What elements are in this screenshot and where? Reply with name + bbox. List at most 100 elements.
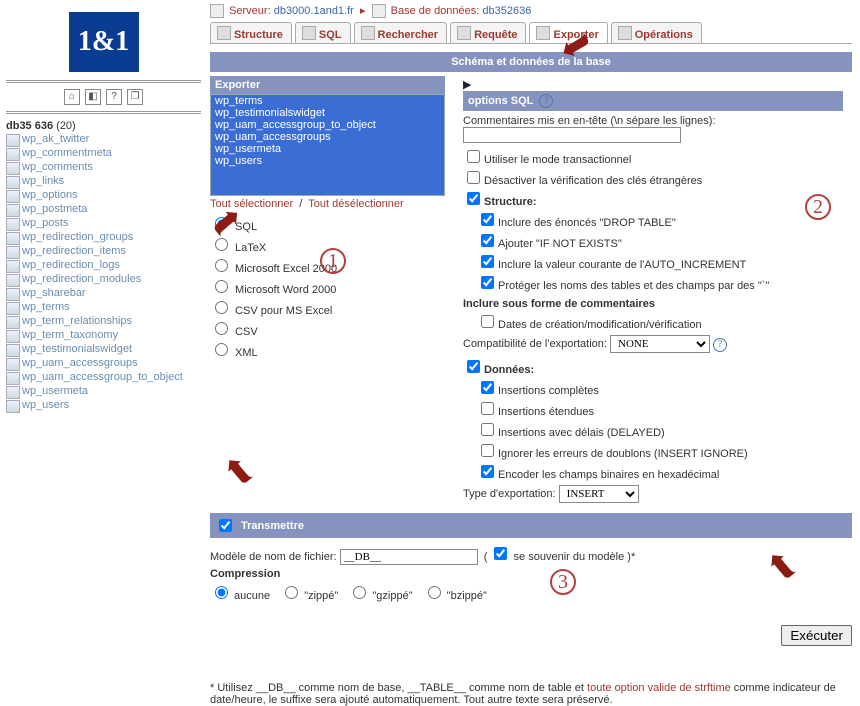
sidebar-table[interactable]: wp_terms [6, 300, 201, 314]
sidebar-table[interactable]: wp_sharebar [6, 286, 201, 300]
chk-ins-extended[interactable] [481, 402, 494, 415]
docs-icon[interactable]: ❐ [127, 89, 143, 105]
select-links: Tout sélectionner / Tout désélectionner [210, 198, 445, 210]
footnote: * Utilisez __DB__ comme nom de base, __T… [210, 646, 852, 706]
tab-sql[interactable]: SQL [295, 22, 351, 44]
table-list: wp_ak_twitterwp_commentmetawp_commentswp… [6, 132, 201, 412]
db-icon [372, 4, 386, 18]
transmit-section: Transmettre Modèle de nom de fichier: ( … [210, 513, 852, 602]
sidebar-table[interactable]: wp_links [6, 174, 201, 188]
sidebar-table[interactable]: wp_redirection_groups [6, 230, 201, 244]
sidebar-table[interactable]: wp_ak_twitter [6, 132, 201, 146]
chk-transmit[interactable] [219, 519, 232, 532]
compress-radio[interactable] [215, 586, 228, 599]
sidebar-table[interactable]: wp_uam_accessgroups [6, 356, 201, 370]
chk-hex-blob[interactable] [481, 465, 494, 478]
sidebar-table[interactable]: wp_usermeta [6, 384, 201, 398]
table-option[interactable]: wp_terms [211, 95, 444, 107]
export-header: Exporter [210, 76, 445, 94]
export-type-select[interactable]: INSERT [559, 485, 639, 503]
tab-icon [361, 26, 375, 40]
format-radio[interactable] [215, 343, 228, 356]
table-option[interactable]: wp_uam_accessgroup_to_object [211, 119, 444, 131]
sidebar-table[interactable]: wp_testimonialswidget [6, 342, 201, 356]
sqlopts-header: options SQL ? [463, 91, 843, 111]
server-icon [210, 4, 224, 18]
help-icon[interactable]: ? [713, 338, 727, 352]
transmit-header: Transmettre [210, 513, 852, 538]
chk-dates[interactable] [481, 315, 494, 328]
comments-input[interactable] [463, 127, 681, 143]
sidebar-table[interactable]: wp_redirection_modules [6, 272, 201, 286]
tab-requête[interactable]: Requête [450, 22, 526, 44]
sidebar-table[interactable]: wp_comments [6, 160, 201, 174]
section-banner: Schéma et données de la base [210, 52, 852, 72]
sidebar-table[interactable]: wp_postmeta [6, 202, 201, 216]
compat-select[interactable]: NONE [610, 335, 710, 353]
chk-ins-complete[interactable] [481, 381, 494, 394]
format-radio[interactable] [215, 322, 228, 335]
tab-icon [302, 26, 316, 40]
sidebar-table[interactable]: wp_term_relationships [6, 314, 201, 328]
sidebar-table[interactable]: wp_uam_accessgroup_to_object [6, 370, 201, 384]
chk-disable-fk[interactable] [467, 171, 480, 184]
breadcrumb-server[interactable]: db3000.1and1.fr [274, 5, 354, 17]
table-option[interactable]: wp_testimonialswidget [211, 107, 444, 119]
select-all[interactable]: Tout sélectionner [210, 198, 293, 210]
sidebar-table[interactable]: wp_redirection_items [6, 244, 201, 258]
filename-template[interactable] [340, 549, 478, 565]
tab-exporter[interactable]: Exporter [529, 22, 607, 44]
deselect-all[interactable]: Tout désélectionner [308, 198, 403, 210]
chk-drop-table[interactable] [481, 213, 494, 226]
chk-auto-inc[interactable] [481, 255, 494, 268]
tab-rechercher[interactable]: Rechercher [354, 22, 448, 44]
chk-ins-delayed[interactable] [481, 423, 494, 436]
breadcrumb-db[interactable]: db352636 [482, 5, 531, 17]
sidebar-table[interactable]: wp_commentmeta [6, 146, 201, 160]
table-option[interactable]: wp_uam_accessgroups [211, 131, 444, 143]
divider [6, 80, 201, 83]
format-radio[interactable] [215, 301, 228, 314]
sidebar-table[interactable]: wp_users [6, 398, 201, 412]
execute-button[interactable]: Exécuter [781, 625, 852, 646]
table-select[interactable]: wp_termswp_testimonialswidgetwp_uam_acce… [210, 94, 445, 196]
db-name: db35 636 [6, 120, 53, 132]
sidebar-toolbar: ⌂ ◧ ? ❐ [6, 89, 201, 105]
sidebar-table[interactable]: wp_redirection_logs [6, 258, 201, 272]
sidebar-table[interactable]: wp_posts [6, 216, 201, 230]
format-radio[interactable] [215, 217, 228, 230]
chk-structure[interactable] [467, 192, 480, 205]
home-icon[interactable]: ⌂ [64, 89, 80, 105]
compress-radio[interactable] [285, 586, 298, 599]
db-header: db35 636 (20) [6, 120, 201, 132]
chk-data[interactable] [467, 360, 480, 373]
format-radio[interactable] [215, 280, 228, 293]
sidebar: 1&1 ⌂ ◧ ? ❐ db35 636 (20) wp_ak_twitterw… [0, 4, 205, 420]
sidebar-table[interactable]: wp_term_taxonomy [6, 328, 201, 342]
table-option[interactable]: wp_usermeta [211, 143, 444, 155]
chk-if-not-exists[interactable] [481, 234, 494, 247]
compression-radios: aucune "zippé" "gzippé" "bzippé" [210, 583, 852, 602]
table-option[interactable]: wp_users [211, 155, 444, 167]
help-icon[interactable]: ? [539, 94, 553, 108]
help-icon[interactable]: ? [106, 89, 122, 105]
chk-remember-template[interactable] [494, 547, 507, 560]
chk-backquote[interactable] [481, 276, 494, 289]
compress-radio[interactable] [353, 586, 366, 599]
sql-icon[interactable]: ◧ [85, 89, 101, 105]
sidebar-table[interactable]: wp_options [6, 188, 201, 202]
compress-radio[interactable] [428, 586, 441, 599]
format-radio[interactable] [215, 238, 228, 251]
brand-logo: 1&1 [69, 12, 139, 72]
tab-opérations[interactable]: Opérations [611, 22, 702, 44]
main: Serveur: db3000.1and1.fr ▸ Base de donné… [210, 4, 860, 706]
tab-structure[interactable]: Structure [210, 22, 292, 44]
collapse-icon[interactable]: ▶ [463, 79, 471, 91]
comments-label: Commentaires mis en en-tête (\n sépare l… [463, 115, 843, 127]
db-count: (20) [56, 120, 76, 132]
format-radio[interactable] [215, 259, 228, 272]
chk-ins-ignore[interactable] [481, 444, 494, 457]
format-radios: SQL LaTeX Microsoft Excel 2000 Microsoft… [210, 214, 445, 359]
tab-icon [618, 26, 632, 40]
chk-transactional[interactable] [467, 150, 480, 163]
